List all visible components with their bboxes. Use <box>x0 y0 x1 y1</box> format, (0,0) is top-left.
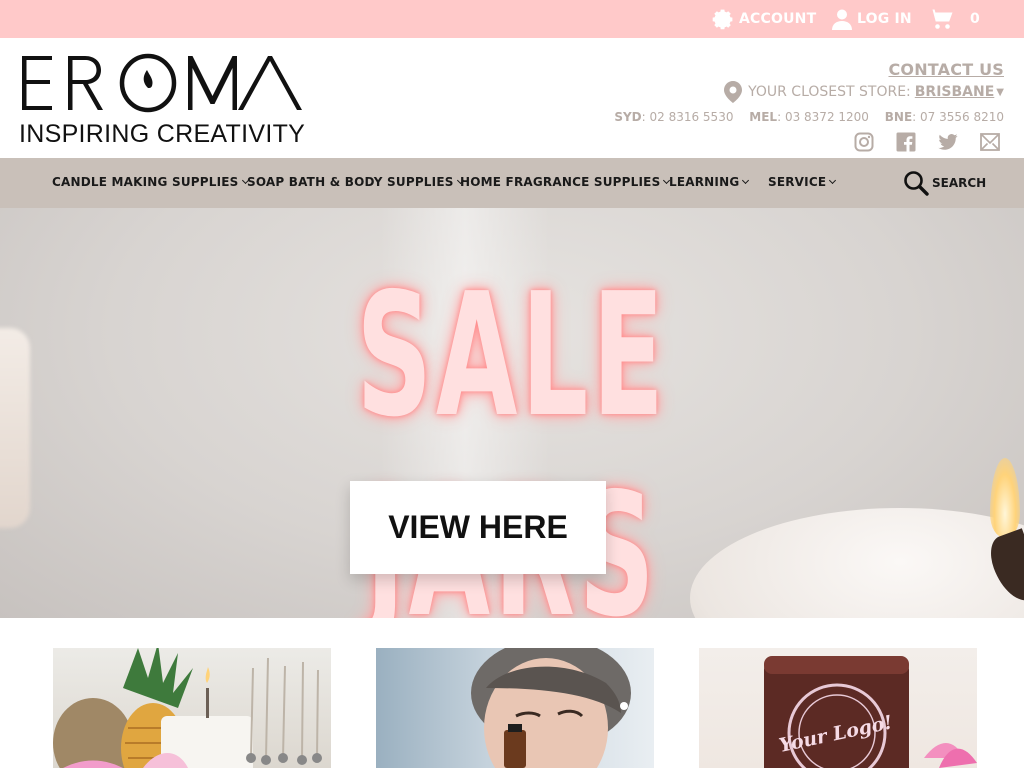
nav-home-fragrance[interactable]: HOME FRAGRANCE SUPPLIES <box>460 175 671 189</box>
nav-learning[interactable]: LEARNING <box>669 175 750 189</box>
nav-label: SOAP BATH & BODY SUPPLIES <box>247 175 454 189</box>
category-tile-fragrance[interactable] <box>376 648 654 768</box>
nav-soap-bath-body[interactable]: SOAP BATH & BODY SUPPLIES <box>247 175 464 189</box>
closest-store: YOUR CLOSEST STORE: BRISBANE ▼ <box>724 81 1004 103</box>
candle-pineapple-image <box>53 648 322 768</box>
site-header: INSPIRING CREATIVITY CONTACT US YOUR CLO… <box>0 38 1024 158</box>
social-links <box>854 132 1000 152</box>
search-label: SEARCH <box>932 176 987 190</box>
nav-candle-making[interactable]: CANDLE MAKING SUPPLIES <box>52 175 249 189</box>
nav-service[interactable]: SERVICE <box>768 175 837 189</box>
nav-label: LEARNING <box>669 175 740 189</box>
main-nav: CANDLE MAKING SUPPLIES SOAP BATH & BODY … <box>0 158 1024 208</box>
caret-down-icon[interactable]: ▼ <box>996 87 1004 98</box>
store-prefix: YOUR CLOSEST STORE: <box>748 84 911 100</box>
store-phones: SYD: 02 8316 5530 MEL: 03 8372 1200 BNE:… <box>614 110 1004 124</box>
gear-icon <box>712 9 733 30</box>
account-label: ACCOUNT <box>739 11 817 27</box>
phone-mel[interactable]: MEL: 03 8372 1200 <box>749 110 869 124</box>
hero-background-candle <box>0 328 30 528</box>
store-selector[interactable]: BRISBANE <box>915 84 995 100</box>
nav-label: CANDLE MAKING SUPPLIES <box>52 175 239 189</box>
phone-syd[interactable]: SYD: 02 8316 5530 <box>614 110 733 124</box>
contact-us-link[interactable]: CONTACT US <box>888 60 1004 79</box>
search-button[interactable]: SEARCH <box>903 170 986 196</box>
user-icon <box>832 9 852 30</box>
chevron-down-icon <box>742 176 750 185</box>
category-tile-custom-logo[interactable]: Your Logo! <box>699 648 977 768</box>
chevron-down-icon <box>829 176 837 185</box>
woman-smelling-fragrance-image <box>471 648 631 768</box>
login-label: LOG IN <box>857 11 912 27</box>
cart-count: 0 <box>970 11 980 27</box>
view-here-button[interactable]: VIEW HERE <box>350 481 606 574</box>
category-tile-candle[interactable] <box>53 648 331 768</box>
nav-label: SERVICE <box>768 175 827 189</box>
custom-logo-jar-image: Your Logo! <box>764 656 977 768</box>
hero-banner[interactable]: SALE JARS VIEW HERE <box>0 208 1024 618</box>
brand-tagline: INSPIRING CREATIVITY <box>19 120 306 148</box>
account-link[interactable]: ACCOUNT <box>711 8 816 30</box>
login-link[interactable]: LOG IN <box>831 8 912 30</box>
phone-bne[interactable]: BNE: 07 3556 8210 <box>885 110 1004 124</box>
mail-icon[interactable] <box>980 132 1000 152</box>
map-pin-icon <box>724 81 743 103</box>
instagram-icon[interactable] <box>854 132 874 152</box>
cart-icon <box>928 9 953 29</box>
hero-flame <box>990 458 1020 538</box>
nav-label: HOME FRAGRANCE SUPPLIES <box>460 175 661 189</box>
twitter-icon[interactable] <box>938 132 958 152</box>
top-utility-bar: ACCOUNT LOG IN 0 <box>0 0 1024 38</box>
eroma-logo[interactable] <box>18 52 308 114</box>
cart-link[interactable]: 0 <box>928 8 980 30</box>
search-icon <box>904 171 929 196</box>
facebook-icon[interactable] <box>896 132 916 152</box>
